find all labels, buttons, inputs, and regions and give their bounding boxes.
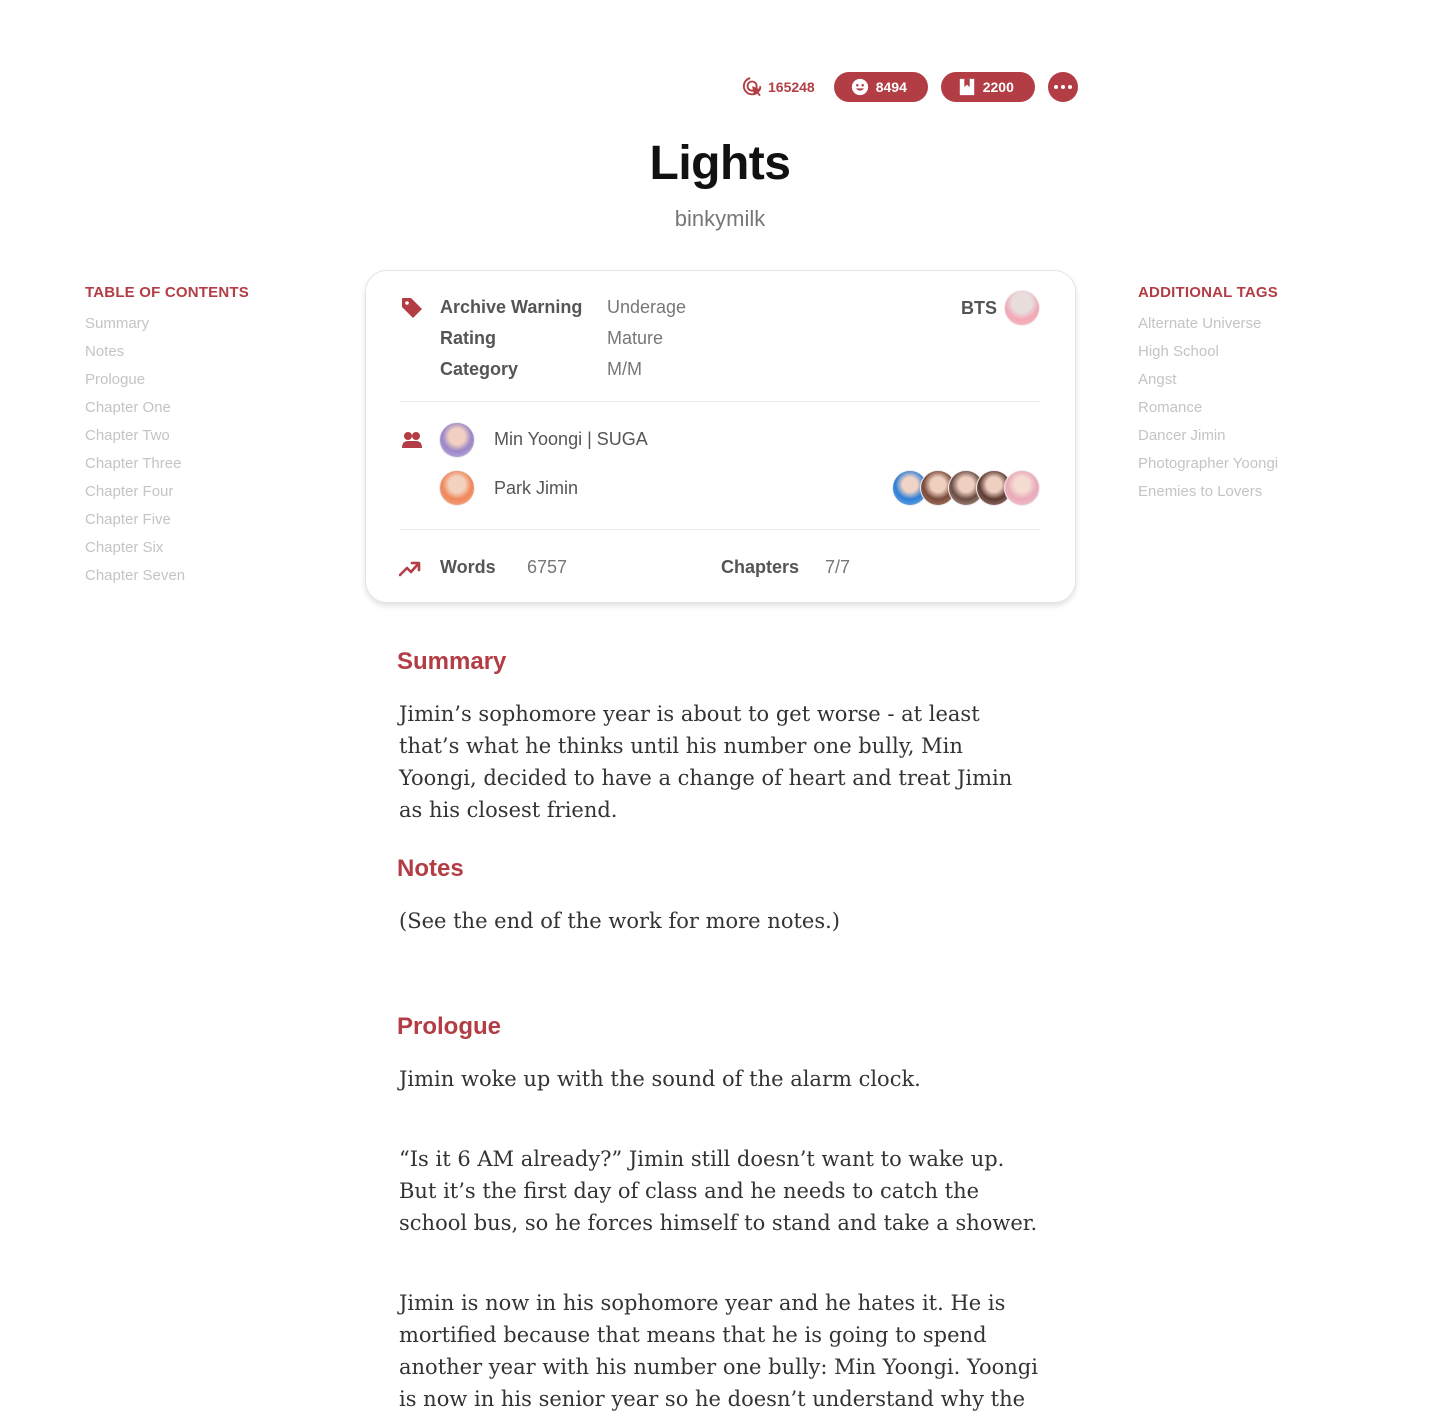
hits-count: 165248 bbox=[768, 79, 815, 95]
tag-item[interactable]: Romance bbox=[1138, 394, 1278, 422]
kudos-count: 8494 bbox=[875, 79, 907, 95]
work-title: Lights bbox=[649, 137, 791, 190]
toc-item[interactable]: Chapter One bbox=[85, 394, 249, 422]
bookmarks-count: 2200 bbox=[982, 79, 1014, 95]
bookmark-button[interactable]: 2200 bbox=[940, 72, 1035, 102]
tags-heading: ADDITIONAL TAGS bbox=[1138, 284, 1278, 301]
toc-item[interactable]: Chapter Two bbox=[85, 422, 249, 450]
member-avatar[interactable] bbox=[1004, 470, 1040, 506]
summary-heading: Summary bbox=[397, 648, 507, 675]
toc-item[interactable]: Chapter Five bbox=[85, 506, 249, 534]
archive-warning-label: Archive Warning bbox=[440, 297, 583, 317]
work-info-card: Archive Warning Underage Rating Mature C… bbox=[365, 270, 1076, 603]
toc-item[interactable]: Chapter Six bbox=[85, 534, 249, 562]
character-avatar[interactable] bbox=[439, 422, 475, 458]
prologue-paragraph: Jimin is now in his sophomore year and h… bbox=[399, 1291, 1038, 1411]
toc-item[interactable]: Chapter Seven bbox=[85, 562, 249, 590]
hits-icon bbox=[742, 76, 762, 97]
notes-text: (See the end of the work for more notes.… bbox=[399, 909, 840, 933]
bookmark-icon bbox=[959, 78, 974, 96]
characters-icon bbox=[402, 432, 422, 448]
tag-item[interactable]: Photographer Yoongi bbox=[1138, 450, 1278, 478]
smiley-icon bbox=[851, 78, 868, 96]
prologue-heading: Prologue bbox=[397, 1013, 502, 1040]
toc-heading: TABLE OF CONTENTS bbox=[85, 284, 249, 301]
tag-item[interactable]: Angst bbox=[1138, 366, 1278, 394]
category-value[interactable]: M/M bbox=[607, 359, 642, 380]
card-divider bbox=[400, 529, 1041, 530]
character-name[interactable]: Min Yoongi | SUGA bbox=[494, 429, 648, 450]
trending-up-icon bbox=[399, 561, 421, 577]
category-label: Category bbox=[440, 359, 519, 379]
tag-item[interactable]: Enemies to Lovers bbox=[1138, 478, 1278, 506]
character-avatar[interactable] bbox=[439, 470, 475, 506]
chapters-label: Chapters bbox=[721, 557, 800, 577]
additional-tags: ADDITIONAL TAGS Alternate Universe High … bbox=[1138, 284, 1278, 506]
table-of-contents: TABLE OF CONTENTS Summary Notes Prologue… bbox=[85, 284, 249, 590]
character-name[interactable]: Park Jimin bbox=[494, 478, 578, 499]
prologue-paragraph: “Is it 6 AM already?” Jimin still doesn’… bbox=[399, 1147, 1038, 1235]
toc-item[interactable]: Notes bbox=[85, 338, 249, 366]
rating-value[interactable]: Mature bbox=[607, 328, 663, 349]
tag-item[interactable]: Alternate Universe bbox=[1138, 310, 1278, 338]
toc-item[interactable]: Chapter Three bbox=[85, 450, 249, 478]
rating-label: Rating bbox=[440, 328, 496, 348]
more-dot-icon bbox=[1067, 85, 1072, 89]
more-options-button[interactable] bbox=[1047, 72, 1078, 102]
archive-warning-value[interactable]: Underage bbox=[607, 297, 686, 318]
words-label: Words bbox=[440, 557, 496, 577]
more-dot-icon bbox=[1060, 85, 1065, 89]
more-dot-icon bbox=[1053, 85, 1058, 89]
chapters-value: 7/7 bbox=[825, 557, 851, 577]
kudos-button[interactable]: 8494 bbox=[833, 72, 928, 102]
hits-counter: 165248 bbox=[742, 76, 815, 98]
toc-item[interactable]: Summary bbox=[85, 310, 249, 338]
toc-item[interactable]: Prologue bbox=[85, 366, 249, 394]
fandom-avatar[interactable] bbox=[1004, 290, 1040, 326]
work-stats-bar: 165248 8494 2200 bbox=[742, 72, 1078, 102]
work-author[interactable]: binkymilk bbox=[0, 206, 1440, 232]
toc-item[interactable]: Chapter Four bbox=[85, 478, 249, 506]
tag-item[interactable]: Dancer Jimin bbox=[1138, 422, 1278, 450]
tag-item[interactable]: High School bbox=[1138, 338, 1278, 366]
prologue-paragraph: Jimin woke up with the sound of the alar… bbox=[399, 1067, 921, 1091]
summary-text: Jimin’s sophomore year is about to get w… bbox=[399, 702, 1013, 822]
fandom-name[interactable]: BTS bbox=[961, 298, 997, 319]
words-value: 6757 bbox=[527, 557, 568, 577]
card-divider bbox=[400, 401, 1041, 402]
tag-icon bbox=[402, 298, 422, 318]
notes-heading: Notes bbox=[397, 855, 464, 882]
